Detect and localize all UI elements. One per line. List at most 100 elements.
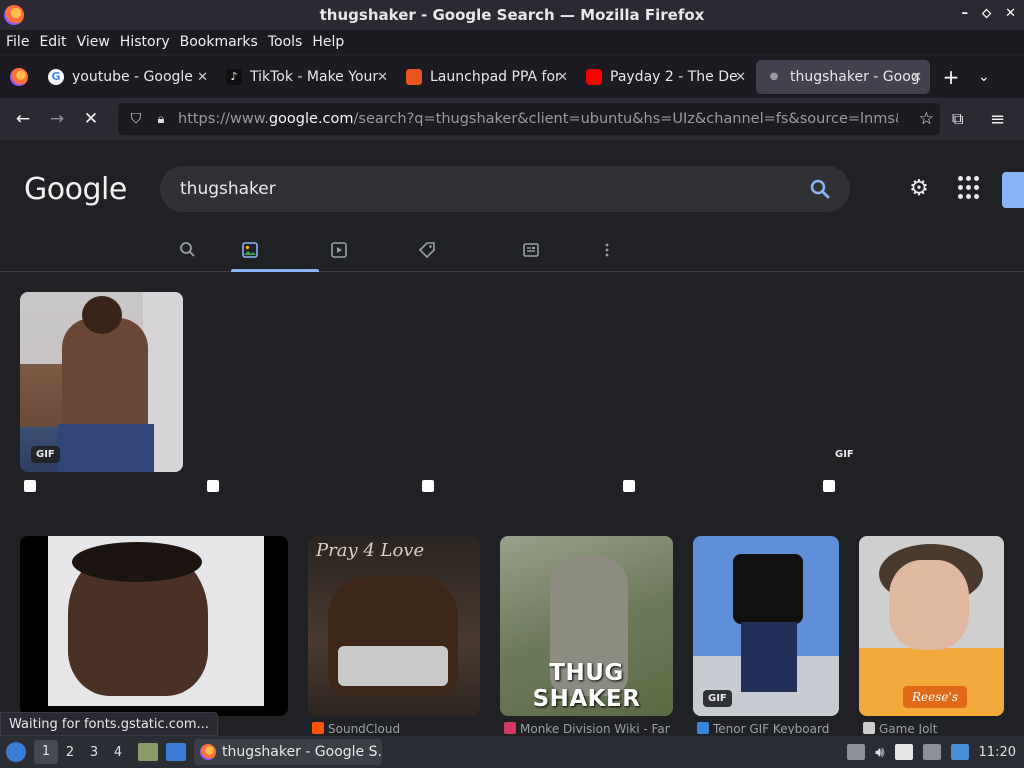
shield-icon[interactable]: ⛉ (122, 111, 150, 127)
menu-edit[interactable]: Edit (39, 34, 72, 50)
tab-label: youtube - Google (72, 69, 193, 85)
start-menu-icon[interactable] (6, 742, 26, 762)
volume-icon[interactable]: 🔊︎ (875, 743, 884, 761)
tab-thugshaker[interactable]: ● thugshaker - Goog ✕ (756, 60, 930, 94)
tab-launchpad[interactable]: Launchpad PPA for ✕ (396, 60, 576, 94)
hamburger-menu-icon[interactable]: ≡ (990, 109, 1005, 130)
stop-button[interactable]: ✕ (74, 109, 108, 129)
network-icon[interactable] (922, 744, 941, 760)
gif-badge: GIF (830, 446, 859, 463)
url-text[interactable]: https://www.google.com/search?q=thugshak… (178, 111, 898, 127)
tab-bar: G youtube - Google ✕ ♪ TikTok - Make You… (0, 56, 1024, 98)
taskbar-firefox-window[interactable]: thugshaker - Google S... (194, 739, 382, 765)
extensions-puzzle-icon[interactable]: ⧉ (952, 109, 963, 129)
tab-payday[interactable]: Payday 2 - The De ✕ (576, 60, 754, 94)
search-query[interactable]: thugshaker (180, 179, 276, 199)
image-result-6[interactable] (20, 536, 288, 716)
search-input[interactable]: thugshaker (160, 166, 850, 212)
system-tray: 🔊︎ 11:20 (847, 736, 1024, 768)
clipboard-icon[interactable] (894, 744, 913, 760)
workspace-3[interactable]: 3 (82, 745, 106, 760)
source-favicon-placeholder[interactable] (823, 480, 835, 492)
tab-shopping-tag-icon[interactable] (417, 240, 437, 260)
tab-close-icon[interactable]: ✕ (911, 70, 922, 85)
google-apps-grid-icon[interactable] (958, 176, 982, 200)
image-figure-hair (72, 542, 202, 582)
firefox-logo-icon (4, 5, 24, 25)
menu-view[interactable]: View (77, 34, 116, 50)
tab-close-icon[interactable]: ✕ (735, 70, 746, 85)
menu-history[interactable]: History (120, 34, 176, 50)
image-figure-jeans (58, 424, 154, 472)
sign-in-button[interactable] (1002, 172, 1024, 208)
image-figure-face (889, 560, 969, 650)
maximize-button[interactable]: ⬦ (982, 6, 991, 21)
image-caption-cursive: Pray 4 Love (316, 540, 425, 561)
tab-tiktok[interactable]: ♪ TikTok - Make Your ✕ (216, 60, 396, 94)
source-label[interactable]: Monke Division Wiki - Fan (504, 722, 670, 734)
lock-icon[interactable]: 🔒︎ (150, 112, 172, 127)
page-content: Google thugshaker ⚙ GIF GIF Pray 4 Love (0, 140, 1024, 734)
firefox-icon (10, 68, 28, 86)
workspace-2[interactable]: 2 (58, 745, 82, 760)
tab-label: Payday 2 - The De (610, 69, 738, 85)
image-result-9[interactable]: GIF (693, 536, 839, 716)
image-result-7[interactable]: Pray 4 Love (308, 536, 480, 716)
source-name: Tenor GIF Keyboard (713, 722, 830, 734)
source-favicon-placeholder[interactable] (623, 480, 635, 492)
more-options-icon[interactable] (597, 240, 617, 260)
notification-icon[interactable] (950, 744, 969, 760)
gif-badge: GIF (703, 690, 732, 707)
search-icon[interactable] (808, 177, 832, 201)
url-rest: /search?q=thugshaker&client=ubuntu&hs=UI… (353, 111, 898, 127)
tab-all-search-icon[interactable] (178, 240, 198, 260)
firefox-view-button[interactable] (0, 68, 38, 86)
image-result-8[interactable]: THUG SHAKER (500, 536, 673, 716)
status-bar: Waiting for fonts.gstatic.com... (0, 712, 218, 736)
tab-videos-icon[interactable] (329, 240, 349, 260)
tab-close-icon[interactable]: ✕ (377, 70, 388, 85)
tab-images-icon[interactable] (240, 240, 260, 260)
source-label[interactable]: SoundCloud (312, 722, 472, 734)
menu-bookmarks[interactable]: Bookmarks (180, 34, 264, 50)
forward-button[interactable]: → (40, 109, 74, 129)
gamejolt-icon (863, 722, 875, 734)
new-tab-button[interactable]: + (938, 65, 964, 89)
image-result-1[interactable] (20, 292, 183, 472)
show-desktop-icon[interactable] (166, 743, 186, 761)
back-button[interactable]: ← (6, 109, 40, 129)
tab-label: thugshaker - Goog (790, 69, 920, 85)
loading-dot-icon: ● (769, 71, 779, 82)
bookmark-star-icon[interactable]: ☆ (919, 109, 934, 129)
tiktok-icon: ♪ (226, 69, 242, 85)
workspace-1[interactable]: 1 (34, 740, 58, 764)
tab-close-icon[interactable]: ✕ (557, 70, 568, 85)
image-figure-shorts (338, 646, 448, 686)
tab-news-icon[interactable] (521, 240, 541, 260)
source-favicon-placeholder[interactable] (24, 480, 36, 492)
tab-list-chevron-icon[interactable]: ⌄ (978, 69, 990, 85)
tab-youtube-google[interactable]: G youtube - Google ✕ (38, 60, 216, 94)
workspace-4[interactable]: 4 (106, 745, 130, 760)
tab-close-icon[interactable]: ✕ (197, 70, 208, 85)
file-manager-icon[interactable] (138, 743, 158, 761)
menu-help[interactable]: Help (312, 34, 350, 50)
menu-tools[interactable]: Tools (268, 34, 309, 50)
source-label[interactable]: Tenor GIF Keyboard (697, 722, 837, 734)
source-label[interactable]: Game Jolt (863, 722, 1003, 734)
settings-gear-icon[interactable]: ⚙ (905, 176, 933, 204)
source-favicon-placeholder[interactable] (422, 480, 434, 492)
url-bar[interactable]: ⛉ 🔒︎ https://www.google.com/search?q=thu… (118, 103, 940, 135)
clock: 11:20 (978, 744, 1016, 760)
source-favicon-placeholder[interactable] (207, 480, 219, 492)
image-result-10[interactable]: Reese's (859, 536, 1004, 716)
tray-up-arrow-icon[interactable] (847, 744, 866, 760)
menu-file[interactable]: File (6, 34, 35, 50)
close-button[interactable]: ✕ (1005, 6, 1016, 21)
minimize-button[interactable]: – (961, 6, 968, 21)
image-figure-hair (733, 554, 803, 624)
google-logo[interactable]: Google (24, 172, 127, 207)
google-icon: G (48, 69, 64, 85)
source-name: Monke Division Wiki - Fan (520, 722, 670, 734)
url-prefix: https://www. (178, 111, 269, 127)
